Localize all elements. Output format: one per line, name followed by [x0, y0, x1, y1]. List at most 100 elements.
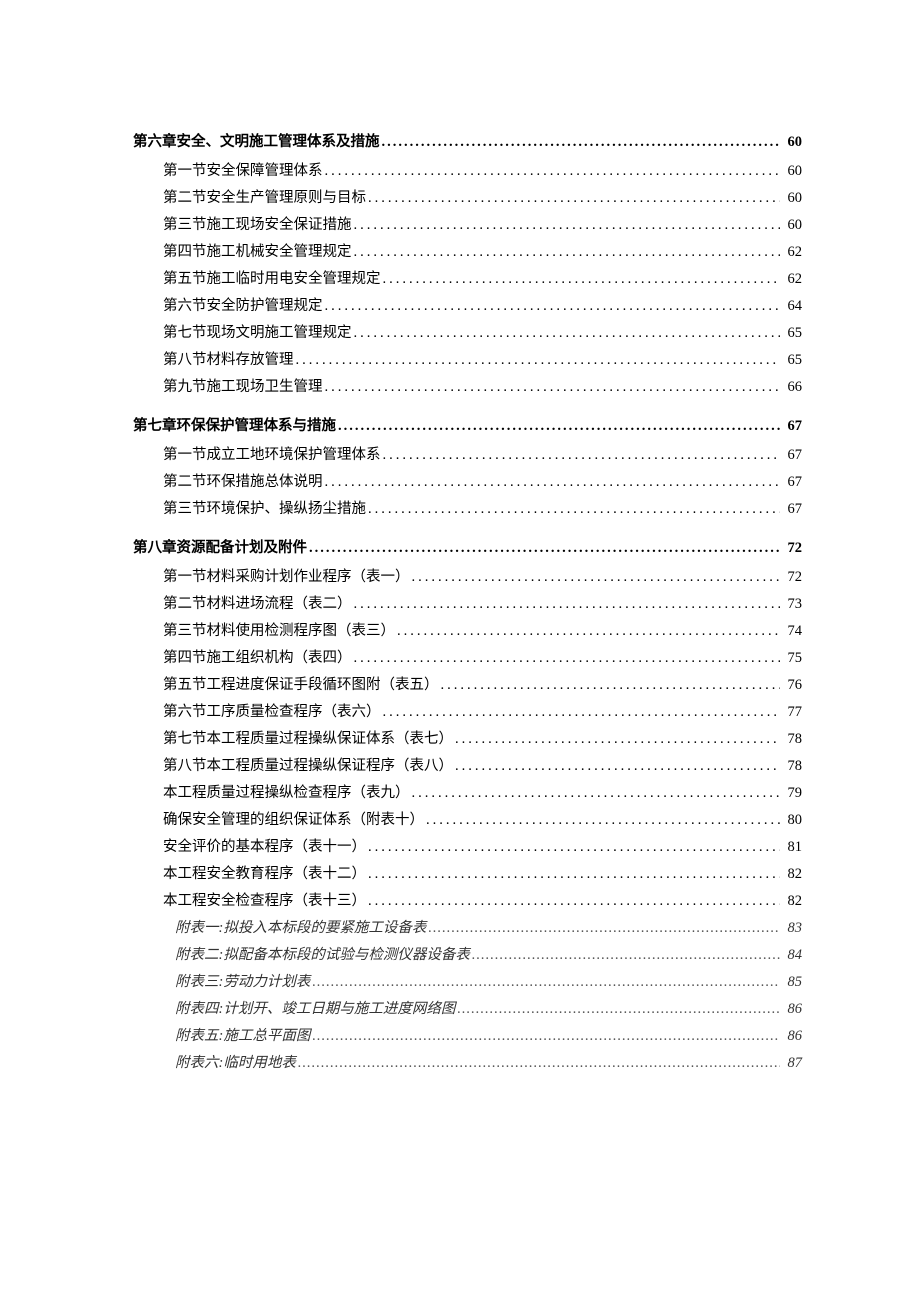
document-page: 第六章安全、文明施工管理体系及措施.......................…	[0, 0, 920, 1301]
toc-leader-dots: ........................................…	[352, 596, 781, 613]
toc-page-number: 82	[780, 893, 802, 910]
toc-leader-dots: ........................................…	[323, 474, 781, 491]
toc-leader-dots: ........................................…	[439, 677, 781, 694]
toc-page-number: 60	[780, 217, 802, 234]
toc-page-number: 72	[780, 540, 802, 557]
toc-attachment-row: 附表二:拟配备本标段的试验与检测仪器设备表...................…	[175, 943, 802, 964]
toc-entry-label: 第二节安全生产管理原则与目标	[163, 186, 366, 207]
toc-leader-dots: ........................................…	[381, 271, 781, 288]
toc-section-row: 第八节材料存放管理...............................…	[163, 348, 802, 369]
toc-entry-label: 第一节成立工地环境保护管理体系	[163, 443, 381, 464]
toc-leader-dots: ........................................…	[453, 758, 780, 775]
toc-attachment-row: 附表四:计划开、竣工日期与施工进度网络图....................…	[175, 997, 802, 1018]
toc-section-row: 第一节材料采购计划作业程序（表一）.......................…	[163, 565, 802, 586]
toc-attachment-row: 附表五:施工总平面图..............................…	[175, 1024, 802, 1045]
toc-section-row: 本工程安全检查程序（表十三）..........................…	[163, 889, 802, 910]
toc-entry-label: 第三节施工现场安全保证措施	[163, 213, 352, 234]
toc-section-row: 本工程安全教育程序（表十二）..........................…	[163, 862, 802, 883]
toc-page-number: 84	[780, 947, 802, 964]
toc-section-row: 第二节安全生产管理原则与目标..........................…	[163, 186, 802, 207]
toc-entry-label: 本工程安全检查程序（表十三）	[163, 889, 366, 910]
toc-entry-label: 第五节工程进度保证手段循环图附（表五）	[163, 673, 439, 694]
toc-section-row: 第二节环保措施总体说明.............................…	[163, 470, 802, 491]
toc-entry-label: 第二节环保措施总体说明	[163, 470, 323, 491]
toc-page-number: 74	[780, 623, 802, 640]
toc-page-number: 65	[780, 325, 802, 342]
toc-section-row: 第一节安全保障管理体系.............................…	[163, 159, 802, 180]
toc-leader-dots: ........................................…	[455, 1001, 780, 1018]
toc-leader-dots: ........................................…	[453, 731, 780, 748]
table-of-contents: 第六章安全、文明施工管理体系及措施.......................…	[133, 130, 802, 1072]
toc-leader-dots: ........................................…	[323, 298, 781, 315]
toc-page-number: 72	[780, 569, 802, 586]
toc-page-number: 67	[780, 474, 802, 491]
toc-attachment-row: 附表六:临时用地表...............................…	[175, 1051, 802, 1072]
toc-entry-label: 第六章安全、文明施工管理体系及措施	[133, 130, 380, 151]
toc-page-number: 78	[780, 731, 802, 748]
toc-leader-dots: ........................................…	[366, 190, 780, 207]
toc-entry-label: 第七节本工程质量过程操纵保证体系（表七）	[163, 727, 453, 748]
toc-leader-dots: ........................................…	[310, 974, 780, 991]
toc-page-number: 85	[780, 974, 802, 991]
toc-page-number: 60	[780, 190, 802, 207]
toc-section-row: 安全评价的基本程序（表十一）..........................…	[163, 835, 802, 856]
toc-section-row: 第五节施工临时用电安全管理规定.........................…	[163, 267, 802, 288]
toc-page-number: 64	[780, 298, 802, 315]
toc-leader-dots: ........................................…	[310, 1028, 780, 1045]
toc-entry-label: 第三节环境保护、操纵扬尘措施	[163, 497, 366, 518]
toc-leader-dots: ........................................…	[380, 134, 781, 151]
toc-leader-dots: ........................................…	[366, 866, 780, 883]
toc-entry-label: 第八节本工程质量过程操纵保证程序（表八）	[163, 754, 453, 775]
toc-page-number: 87	[780, 1055, 802, 1072]
toc-section-row: 第一节成立工地环境保护管理体系.........................…	[163, 443, 802, 464]
toc-leader-dots: ........................................…	[323, 379, 781, 396]
toc-page-number: 76	[780, 677, 802, 694]
toc-leader-dots: ........................................…	[410, 785, 781, 802]
toc-section-row: 本工程质量过程操纵检查程序（表九）.......................…	[163, 781, 802, 802]
toc-entry-label: 第八章资源配备计划及附件	[133, 536, 307, 557]
toc-chapter-row: 第七章环保保护管理体系与措施..........................…	[133, 414, 802, 435]
toc-page-number: 67	[780, 501, 802, 518]
toc-leader-dots: ........................................…	[410, 569, 781, 586]
toc-leader-dots: ........................................…	[426, 920, 780, 937]
toc-section-row: 确保安全管理的组织保证体系（附表十）......................…	[163, 808, 802, 829]
toc-entry-label: 附表四:计划开、竣工日期与施工进度网络图	[175, 997, 455, 1018]
toc-section-row: 第四节施工机械安全管理规定...........................…	[163, 240, 802, 261]
toc-leader-dots: ........................................…	[395, 623, 780, 640]
toc-entry-label: 本工程质量过程操纵检查程序（表九）	[163, 781, 410, 802]
toc-section-row: 第五节工程进度保证手段循环图附（表五）.....................…	[163, 673, 802, 694]
toc-entry-label: 附表五:施工总平面图	[175, 1024, 310, 1045]
toc-page-number: 67	[780, 418, 802, 435]
toc-entry-label: 第二节材料进场流程（表二）	[163, 592, 352, 613]
toc-page-number: 75	[780, 650, 802, 667]
toc-page-number: 81	[780, 839, 802, 856]
toc-page-number: 67	[780, 447, 802, 464]
toc-page-number: 62	[780, 244, 802, 261]
toc-page-number: 80	[780, 812, 802, 829]
toc-page-number: 60	[780, 134, 802, 151]
toc-page-number: 77	[780, 704, 802, 721]
toc-section-row: 第七节本工程质量过程操纵保证体系（表七）....................…	[163, 727, 802, 748]
toc-leader-dots: ........................................…	[366, 893, 780, 910]
toc-chapter-row: 第六章安全、文明施工管理体系及措施.......................…	[133, 130, 802, 151]
toc-entry-label: 第六节安全防护管理规定	[163, 294, 323, 315]
toc-page-number: 78	[780, 758, 802, 775]
toc-entry-label: 第九节施工现场卫生管理	[163, 375, 323, 396]
toc-leader-dots: ........................................…	[352, 325, 781, 342]
toc-leader-dots: ........................................…	[381, 447, 781, 464]
toc-section-row: 第三节施工现场安全保证措施...........................…	[163, 213, 802, 234]
toc-entry-label: 第五节施工临时用电安全管理规定	[163, 267, 381, 288]
toc-leader-dots: ........................................…	[424, 812, 780, 829]
toc-entry-label: 第一节材料采购计划作业程序（表一）	[163, 565, 410, 586]
toc-leader-dots: ........................................…	[352, 244, 781, 261]
toc-leader-dots: ........................................…	[307, 540, 780, 557]
toc-section-row: 第六节工序质量检查程序（表六）.........................…	[163, 700, 802, 721]
toc-page-number: 79	[780, 785, 802, 802]
toc-leader-dots: ........................................…	[381, 704, 781, 721]
toc-entry-label: 附表三:劳动力计划表	[175, 970, 310, 991]
toc-section-row: 第八节本工程质量过程操纵保证程序（表八）....................…	[163, 754, 802, 775]
toc-leader-dots: ........................................…	[366, 839, 780, 856]
toc-section-row: 第二节材料进场流程（表二）...........................…	[163, 592, 802, 613]
toc-section-row: 第七节现场文明施工管理规定...........................…	[163, 321, 802, 342]
toc-section-row: 第四节施工组织机构（表四）...........................…	[163, 646, 802, 667]
